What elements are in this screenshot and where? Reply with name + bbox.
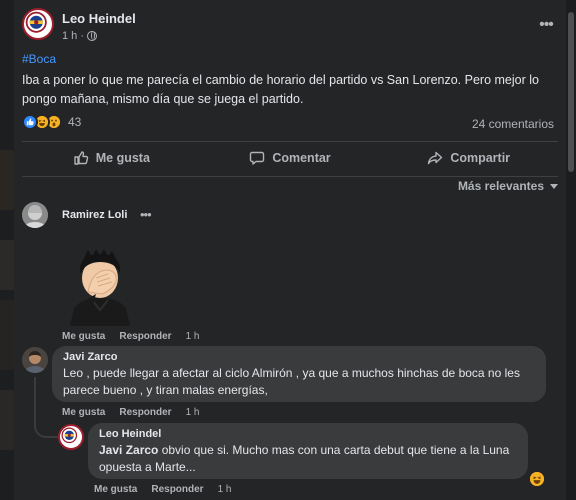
reply-reply-button[interactable]: Responder — [151, 484, 203, 495]
comment-time[interactable]: 1 h — [186, 331, 200, 342]
thread-connector — [34, 410, 58, 438]
background-feed-strip — [0, 0, 14, 500]
comments-count-link[interactable]: 24 comentarios — [472, 117, 554, 131]
like-button[interactable]: Me gusta — [22, 143, 201, 173]
reply-author-avatar[interactable] — [58, 424, 84, 450]
reply-actions: Me gusta Responder 1 h — [94, 484, 231, 495]
post-meta: 1 h · — [62, 30, 98, 42]
reply-body-text: obvio que si. Mucho mas con una carta de… — [99, 443, 510, 474]
boca-emblem-icon — [60, 426, 78, 444]
like-reaction-icon — [22, 114, 38, 130]
comment-options-button[interactable]: ••• — [140, 207, 152, 222]
boca-emblem-icon — [24, 10, 48, 34]
divider — [22, 176, 558, 177]
comment-actions: Me gusta Responder 1 h — [62, 407, 199, 418]
reply-like-button[interactable]: Me gusta — [94, 484, 137, 495]
reactions-summary[interactable]: 43 — [22, 114, 81, 130]
reaction-count[interactable]: 43 — [68, 115, 81, 129]
post-hashtag-link[interactable]: #Boca — [22, 52, 56, 66]
commenter-avatar[interactable] — [22, 202, 48, 228]
post-text: Iba a poner lo que me parecía el cambio … — [22, 73, 539, 106]
comment-like-button[interactable]: Me gusta — [62, 407, 105, 418]
thumbs-up-icon — [74, 151, 88, 165]
comment-sort-dropdown[interactable]: Más relevantes — [458, 179, 558, 193]
user-photo-icon — [22, 347, 48, 373]
divider — [22, 141, 558, 142]
reply-haha-reaction-icon[interactable] — [528, 470, 546, 488]
comment-icon — [250, 151, 265, 165]
comment-actions: Me gusta Responder 1 h — [62, 331, 199, 342]
reply-text: Javi Zarco obvio que si. Mucho mas con u… — [99, 442, 517, 476]
share-button-label: Compartir — [450, 151, 511, 165]
comment-author-name[interactable]: Ramirez Loli — [62, 209, 127, 221]
reply-time[interactable]: 1 h — [218, 484, 232, 495]
comment-author-name[interactable]: Javi Zarco — [63, 351, 535, 363]
like-button-label: Me gusta — [95, 151, 150, 165]
comment-like-button[interactable]: Me gusta — [62, 331, 105, 342]
globe-icon — [87, 31, 98, 41]
post-card: Leo Heindel 1 h · ••• #Boca Iba a poner … — [14, 0, 566, 500]
scrollbar-thumb[interactable] — [568, 12, 574, 172]
comment-sort-label: Más relevantes — [457, 179, 544, 193]
author-avatar[interactable] — [22, 8, 54, 40]
share-arrow-icon — [428, 151, 443, 165]
reply-bubble: Leo Heindel Javi Zarco obvio que si. Muc… — [88, 423, 528, 479]
comment-text: Leo , puede llegar a afectar al ciclo Al… — [63, 366, 520, 397]
comment-button[interactable]: Comentar — [201, 143, 380, 173]
facepalm-sticker-icon — [70, 249, 130, 326]
default-avatar-icon — [22, 202, 48, 228]
post-time[interactable]: 1 h · — [62, 30, 84, 42]
mention-link[interactable]: Javi Zarco — [99, 443, 158, 457]
share-button[interactable]: Compartir — [379, 143, 558, 173]
scrollbar[interactable] — [566, 0, 576, 500]
post-actions-bar: Me gusta Comentar Compartir — [22, 143, 558, 173]
chevron-down-icon — [550, 183, 558, 189]
post-header: Leo Heindel 1 h · ••• — [22, 8, 558, 48]
post-options-button[interactable]: ••• — [536, 17, 556, 33]
comment-reply-button[interactable]: Responder — [119, 407, 171, 418]
reply-author-name[interactable]: Leo Heindel — [99, 428, 517, 440]
commenter-avatar[interactable] — [22, 347, 48, 373]
comment-bubble: Javi Zarco Leo , puede llegar a afectar … — [52, 346, 546, 402]
comment-button-label: Comentar — [272, 151, 331, 165]
comment-time[interactable]: 1 h — [186, 407, 200, 418]
comment-reply-button[interactable]: Responder — [119, 331, 171, 342]
post-author-name[interactable]: Leo Heindel — [62, 11, 136, 26]
